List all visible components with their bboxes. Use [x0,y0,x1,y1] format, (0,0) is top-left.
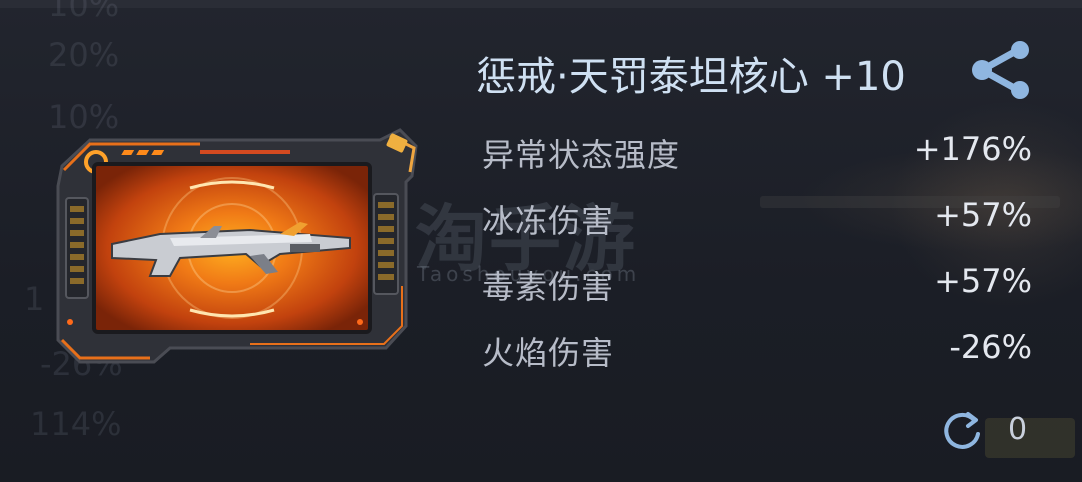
item-card[interactable] [50,126,420,366]
item-detail-panel: 10% 20% 10% 1 -26% 114% 淘手游 Taoshouyou.c… [0,0,1082,482]
background-percentage: 10% [48,0,120,24]
share-icon[interactable] [970,40,1034,102]
stat-value: +176% [913,130,1032,168]
stat-row: 毒素伤害 +57% [482,262,1042,328]
stat-value: -26% [949,328,1032,366]
stat-row: 火焰伤害 -26% [482,328,1042,394]
stat-label: 火焰伤害 [482,334,615,372]
refresh-icon[interactable] [940,410,984,454]
stat-label: 冰冻伤害 [482,202,615,240]
stat-list: 异常状态强度 +176% 冰冻伤害 +57% 毒素伤害 +57% 火焰伤害 -2… [482,130,1042,394]
stat-value: +57% [934,196,1032,234]
stat-label: 异常状态强度 [482,136,681,174]
stat-value: +57% [934,262,1032,300]
stat-label: 毒素伤害 [482,268,615,306]
top-divider [0,0,1082,8]
stat-row: 冰冻伤害 +57% [482,196,1042,262]
item-title: 惩戒·天罚泰坦核心 +10 [476,54,906,100]
rifle-weapon-icon [56,128,418,364]
background-percentage: 1 [24,280,45,318]
background-tag [985,418,1075,458]
background-percentage: 20% [48,36,120,74]
background-percentage: 114% [30,405,122,443]
reroll-count: 0 [1008,412,1028,447]
stat-row: 异常状态强度 +176% [482,130,1042,196]
